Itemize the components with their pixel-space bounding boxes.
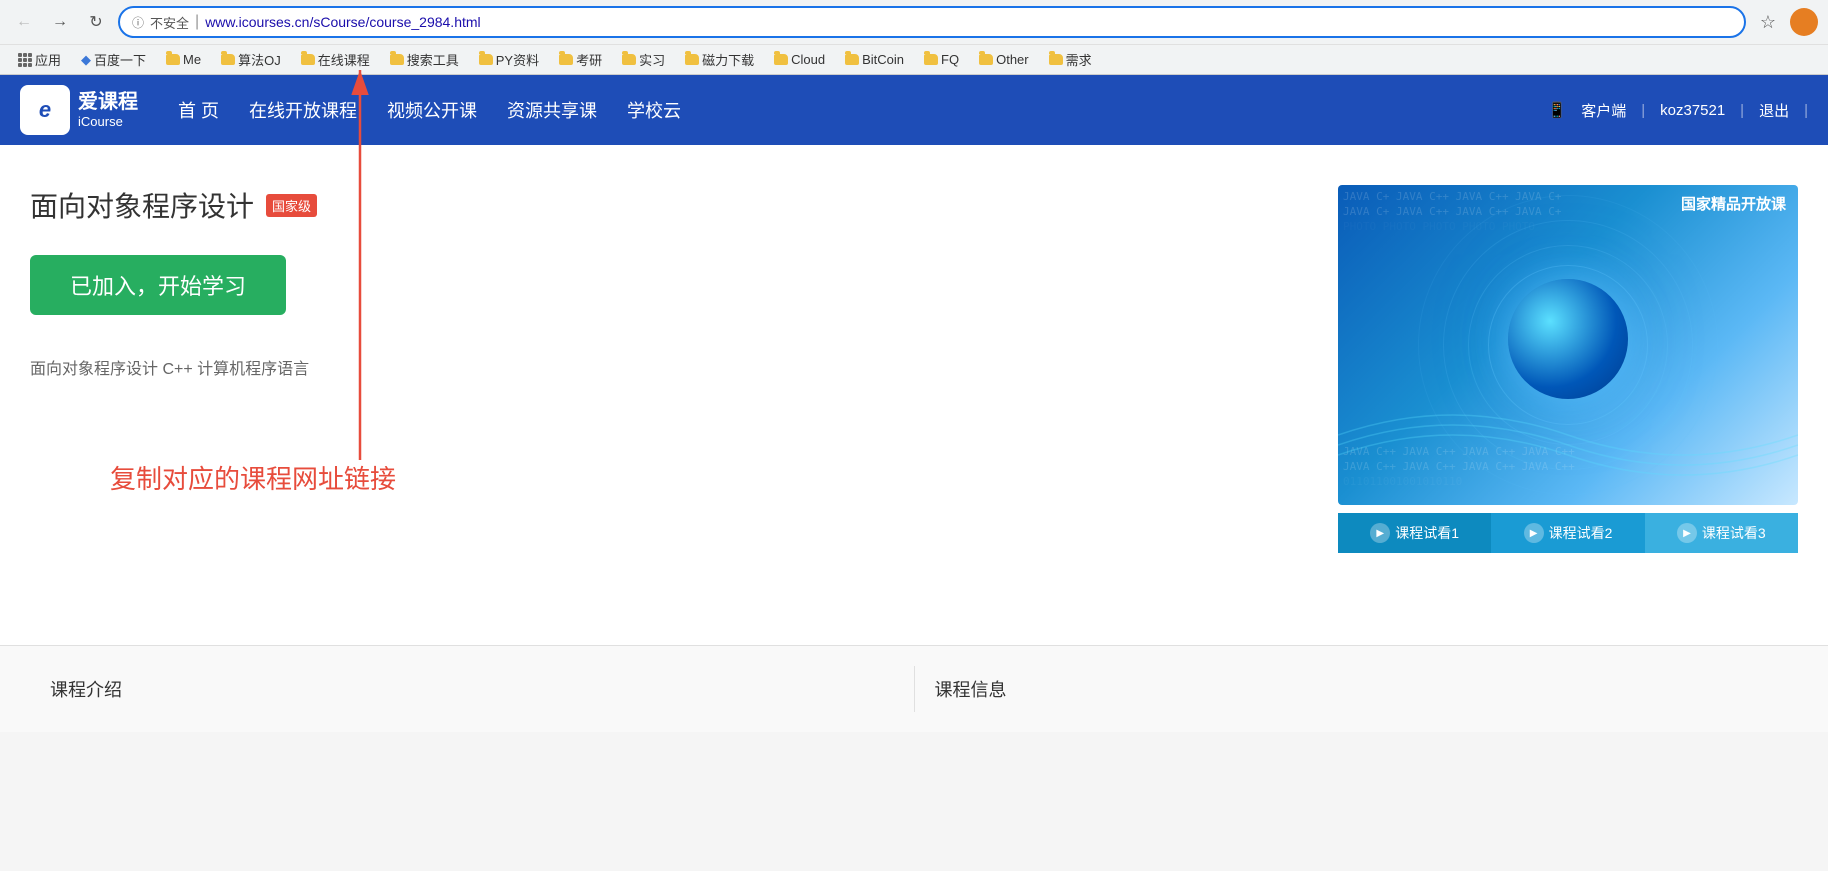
user-avatar[interactable] <box>1790 8 1818 36</box>
forward-button[interactable]: → <box>46 8 74 36</box>
logo-cn: 爱课程 <box>78 90 138 114</box>
preview-buttons: ▶ 课程试看1 ▶ 课程试看2 ▶ 课程试看3 <box>1338 513 1798 553</box>
apps-icon <box>18 53 32 67</box>
bookmark-magnet[interactable]: 磁力下载 <box>677 48 762 71</box>
folder-icon <box>221 54 235 65</box>
nav-links: 首 页 在线开放课程 视频公开课 资源共享课 学校云 <box>178 92 1548 128</box>
play-icon-1: ▶ <box>1370 523 1390 543</box>
folder-icon <box>1049 54 1063 65</box>
client-link[interactable]: 客户端 <box>1581 100 1626 121</box>
folder-icon <box>390 54 404 65</box>
nav-school-cloud[interactable]: 学校云 <box>627 92 681 128</box>
bookmark-label: 搜索工具 <box>407 50 459 69</box>
refresh-button[interactable]: ↻ <box>82 8 110 36</box>
bookmarks-bar: 应用 ◆ 百度一下 Me 算法OJ 在线课程 搜索工具 <box>0 44 1828 74</box>
bookmark-label: PY资料 <box>496 50 539 69</box>
nav-resource[interactable]: 资源共享课 <box>507 92 597 128</box>
bookmark-cloud[interactable]: Cloud <box>766 50 833 69</box>
course-title-row: 面向对象程序设计 国家级 <box>30 185 1288 225</box>
bookmark-label: Cloud <box>791 52 825 67</box>
bookmark-suanfa[interactable]: 算法OJ <box>213 48 289 71</box>
folder-icon <box>685 54 699 65</box>
join-study-button[interactable]: 已加入，开始学习 <box>30 255 286 315</box>
main-content: 面向对象程序设计 国家级 已加入，开始学习 面向对象程序设计 C++ 计算机程序… <box>0 145 1828 645</box>
preview-btn-3[interactable]: ▶ 课程试看3 <box>1645 513 1798 553</box>
play-icon-3: ▶ <box>1677 523 1697 543</box>
bookmark-kaoyan[interactable]: 考研 <box>551 48 610 71</box>
logo-en: iCourse <box>78 114 138 130</box>
address-bar[interactable]: ⓘ 不安全 | <box>118 6 1746 38</box>
footer-sections: 课程介绍 课程信息 <box>0 645 1828 732</box>
folder-icon <box>166 54 180 65</box>
back-button[interactable]: ← <box>10 8 38 36</box>
bookmark-label: Me <box>183 52 201 67</box>
bookmark-label: 百度一下 <box>94 50 146 69</box>
preview-btn-1[interactable]: ▶ 课程试看1 <box>1338 513 1491 553</box>
content-right: JAVA C+ JAVA C++ JAVA C++ JAVA C+ JAVA C… <box>1338 185 1798 605</box>
security-icon: ⓘ <box>132 14 144 31</box>
folder-icon <box>774 54 788 65</box>
bookmark-label: 在线课程 <box>318 50 370 69</box>
folder-icon <box>622 54 636 65</box>
bookmark-apps[interactable]: 应用 <box>10 48 69 71</box>
preview-btn-2[interactable]: ▶ 课程试看2 <box>1491 513 1644 553</box>
security-label: 不安全 <box>150 13 189 32</box>
content-left: 面向对象程序设计 国家级 已加入，开始学习 面向对象程序设计 C++ 计算机程序… <box>30 185 1308 605</box>
bookmark-bitcoin[interactable]: BitCoin <box>837 50 912 69</box>
course-title: 面向对象程序设计 <box>30 185 254 225</box>
url-input[interactable] <box>205 14 1732 30</box>
bookmark-label: 考研 <box>576 50 602 69</box>
course-info-title: 课程信息 <box>935 676 1779 702</box>
bookmark-internship[interactable]: 实习 <box>614 48 673 71</box>
folder-icon <box>479 54 493 65</box>
bookmark-label: 需求 <box>1066 50 1092 69</box>
course-description: 面向对象程序设计 C++ 计算机程序语言 <box>30 355 1288 379</box>
logo-text: 爱课程 iCourse <box>78 90 138 130</box>
folder-icon <box>979 54 993 65</box>
nav-home[interactable]: 首 页 <box>178 92 219 128</box>
bookmark-label: FQ <box>941 52 959 67</box>
course-image: JAVA C+ JAVA C++ JAVA C++ JAVA C+ JAVA C… <box>1338 185 1798 505</box>
national-badge: 国家级 <box>266 194 317 217</box>
site-nav: e 爱课程 iCourse 首 页 在线开放课程 视频公开课 资源共享课 学校云… <box>0 75 1828 145</box>
folder-icon <box>301 54 315 65</box>
play-icon-2: ▶ <box>1524 523 1544 543</box>
bookmark-label: 实习 <box>639 50 665 69</box>
baidu-icon: ◆ <box>81 52 91 68</box>
nav-right: 📱 客户端 | koz37521 | 退出 | <box>1548 100 1809 121</box>
logo-icon: e <box>20 85 70 135</box>
annotation-area: 复制对应的课程网址链接 <box>110 459 1288 496</box>
bookmark-label: BitCoin <box>862 52 904 67</box>
bookmark-other[interactable]: Other <box>971 50 1037 69</box>
footer-section-intro: 课程介绍 <box>30 666 914 712</box>
logout-link[interactable]: 退出 <box>1759 100 1789 121</box>
bookmark-py[interactable]: PY资料 <box>471 48 547 71</box>
bookmark-search-tool[interactable]: 搜索工具 <box>382 48 467 71</box>
folder-icon <box>559 54 573 65</box>
course-intro-title: 课程介绍 <box>50 676 894 702</box>
username: koz37521 <box>1660 102 1725 119</box>
bookmark-label: 应用 <box>35 50 61 69</box>
folder-icon <box>845 54 859 65</box>
browser-chrome: ← → ↻ ⓘ 不安全 | ☆ 应用 ◆ <box>0 0 1828 75</box>
bookmark-label: Other <box>996 52 1029 67</box>
browser-toolbar: ← → ↻ ⓘ 不安全 | ☆ <box>0 0 1828 44</box>
bookmark-demand[interactable]: 需求 <box>1041 48 1100 71</box>
annotation-text: 复制对应的课程网址链接 <box>110 459 1288 496</box>
nav-online-course[interactable]: 在线开放课程 <box>249 92 357 128</box>
mobile-icon: 📱 <box>1548 101 1567 119</box>
website: e 爱课程 iCourse 首 页 在线开放课程 视频公开课 资源共享课 学校云… <box>0 75 1828 732</box>
bookmark-label: 算法OJ <box>238 50 281 69</box>
logo-area: e 爱课程 iCourse <box>20 85 138 135</box>
bookmark-fq[interactable]: FQ <box>916 50 967 69</box>
bookmark-me[interactable]: Me <box>158 50 209 69</box>
bookmark-online-course[interactable]: 在线课程 <box>293 48 378 71</box>
bookmark-star-button[interactable]: ☆ <box>1754 8 1782 36</box>
bookmark-label: 磁力下载 <box>702 50 754 69</box>
footer-section-info: 课程信息 <box>914 666 1799 712</box>
folder-icon <box>924 54 938 65</box>
nav-video[interactable]: 视频公开课 <box>387 92 477 128</box>
bookmark-baidu[interactable]: ◆ 百度一下 <box>73 48 154 71</box>
